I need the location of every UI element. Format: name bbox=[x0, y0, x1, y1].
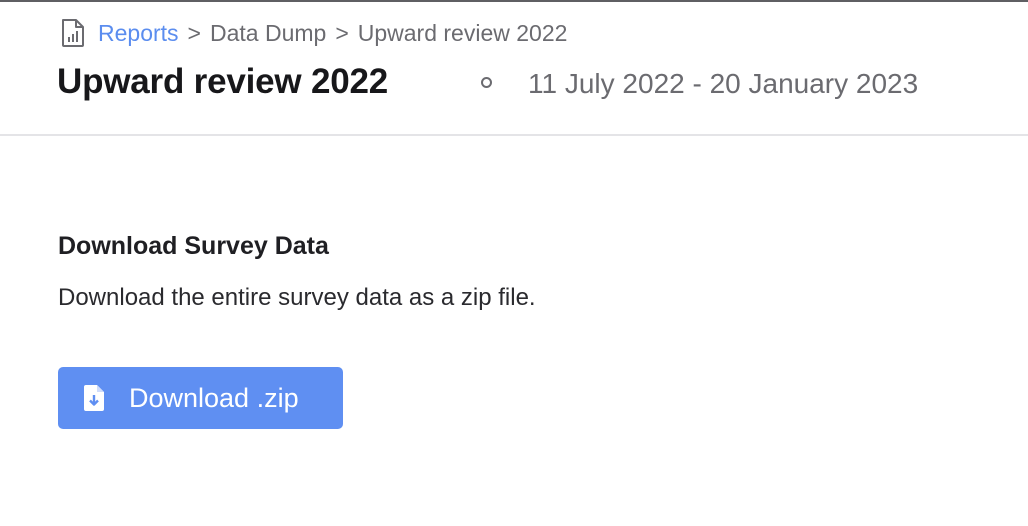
breadcrumb-separator: > bbox=[335, 19, 349, 46]
page-title: Upward review 2022 bbox=[57, 62, 389, 101]
section-title: Download Survey Data bbox=[58, 232, 329, 260]
breadcrumb: Reports > Data Dump > Upward review 2022 bbox=[60, 18, 567, 48]
download-button-label: Download .zip bbox=[129, 382, 299, 413]
report-chart-icon bbox=[60, 18, 86, 48]
file-download-icon bbox=[84, 385, 104, 411]
breadcrumb-separator: > bbox=[187, 19, 201, 46]
page-header: Reports > Data Dump > Upward review 2022… bbox=[0, 2, 1028, 136]
date-range: 11 July 2022 - 20 January 2023 bbox=[528, 68, 919, 99]
download-zip-button[interactable]: Download .zip bbox=[58, 367, 343, 429]
section-description: Download the entire survey data as a zip… bbox=[58, 284, 536, 311]
breadcrumb-item-current: Upward review 2022 bbox=[357, 19, 568, 46]
circle-outline-icon bbox=[481, 77, 492, 88]
breadcrumb-item-data-dump[interactable]: Data Dump bbox=[210, 20, 326, 47]
breadcrumb-item-reports[interactable]: Reports bbox=[98, 20, 179, 47]
